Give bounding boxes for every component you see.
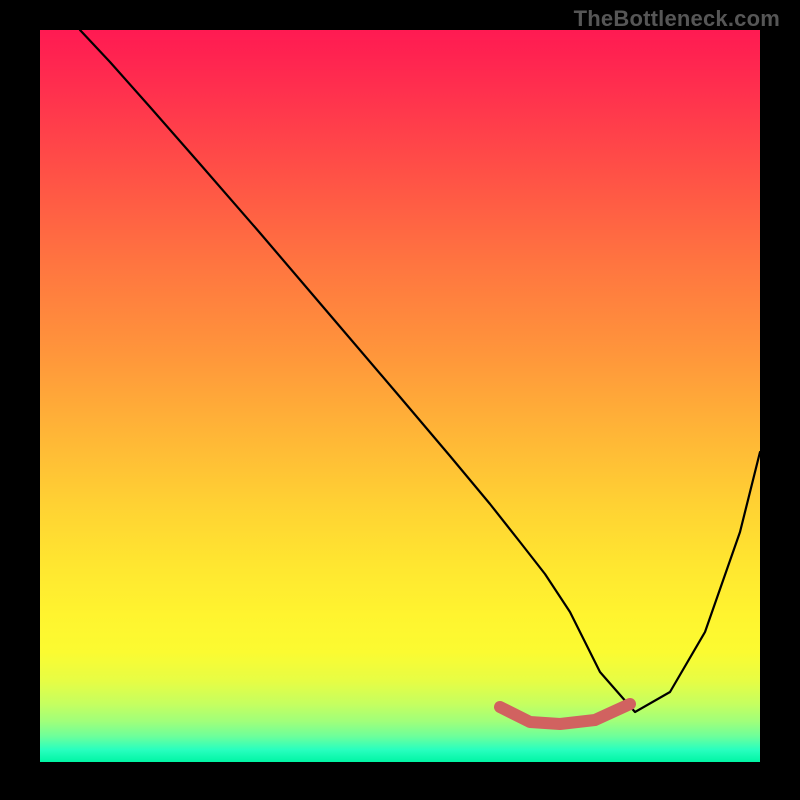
watermark-text: TheBottleneck.com <box>574 6 780 32</box>
bottleneck-curve <box>80 30 760 712</box>
chart-frame: TheBottleneck.com <box>0 0 800 800</box>
plot-area <box>40 30 760 762</box>
curve-layer <box>40 30 760 762</box>
optimal-range-highlight <box>500 704 630 724</box>
